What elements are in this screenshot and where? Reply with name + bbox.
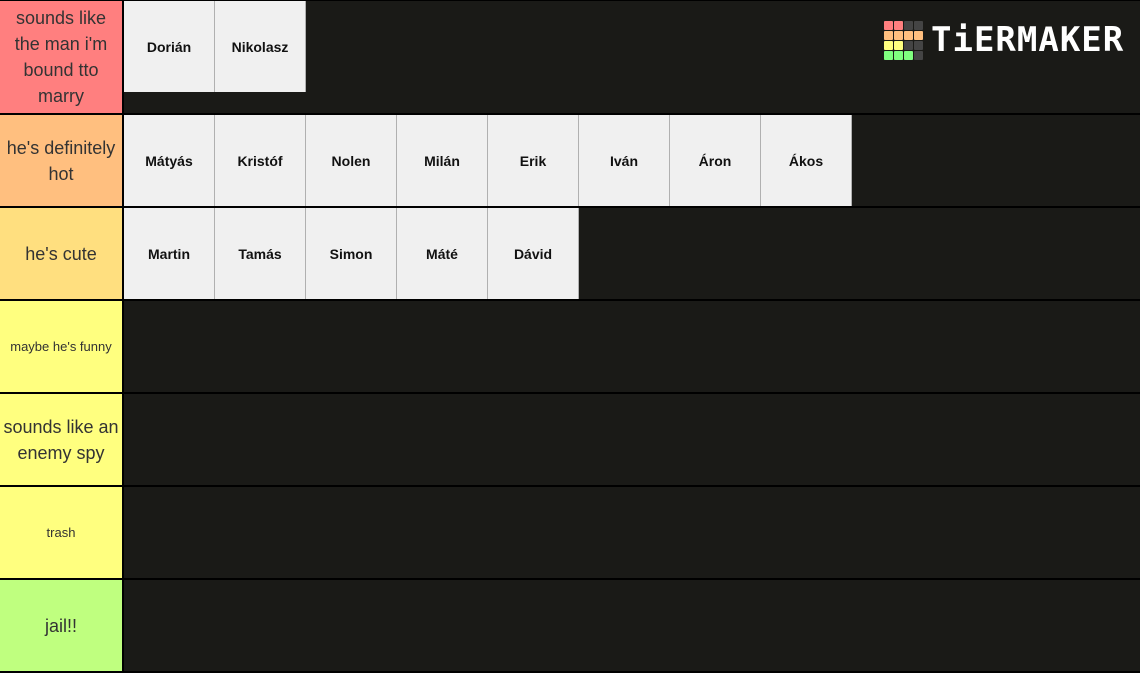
- logo-cell: [894, 50, 903, 60]
- tier-items[interactable]: Dorián Nikolasz: [124, 1, 306, 113]
- tier-row: he's definitely hot Mátyás Kristóf Nolen Mil…: [0, 115, 1140, 206]
- tier-item[interactable]: Tamás: [215, 208, 306, 299]
- tier-item[interactable]: Simon: [306, 208, 397, 299]
- tier-label[interactable]: sounds like the man i'm bound tto marry: [0, 1, 124, 113]
- tier-item[interactable]: Dávid: [488, 208, 579, 299]
- logo-cell: [904, 30, 913, 40]
- tier-board: sounds like the man i'm bound tto marry D…: [0, 0, 1140, 673]
- tier-row: maybe he's funny: [0, 301, 1140, 392]
- tier-label[interactable]: sounds like an enemy spy: [0, 394, 124, 485]
- tier-item[interactable]: Kristóf: [215, 115, 306, 206]
- logo-cell: [884, 40, 893, 50]
- tier-items[interactable]: Mátyás Kristóf Nolen Milán Erik Iván Áron Ákos: [124, 115, 852, 206]
- tier-label[interactable]: maybe he's funny: [0, 301, 124, 392]
- tier-label[interactable]: he's definitely hot: [0, 115, 124, 206]
- logo-cell: [904, 20, 913, 30]
- logo-cell: [914, 30, 923, 40]
- tier-item[interactable]: Milán: [397, 115, 488, 206]
- tier-item[interactable]: Áron: [670, 115, 761, 206]
- tier-item[interactable]: Erik: [488, 115, 579, 206]
- logo-cell: [904, 40, 913, 50]
- tier-row: trash: [0, 487, 1140, 578]
- logo-cell: [884, 30, 893, 40]
- logo-grid-icon: [884, 20, 923, 60]
- tier-row: he's cute Martin Tamás Simon Máté Dávid: [0, 208, 1140, 299]
- logo-cell: [884, 50, 893, 60]
- tier-item[interactable]: Dorián: [124, 1, 215, 92]
- tier-row: sounds like an enemy spy: [0, 394, 1140, 485]
- logo-cell: [894, 40, 903, 50]
- tier-items[interactable]: Martin Tamás Simon Máté Dávid: [124, 208, 579, 299]
- logo-text: TiERMAKER: [931, 20, 1125, 60]
- logo-cell: [914, 20, 923, 30]
- logo-cell: [894, 30, 903, 40]
- tiermaker-logo: TiERMAKER: [884, 20, 1124, 60]
- tier-item[interactable]: Ákos: [761, 115, 852, 206]
- tier-label[interactable]: he's cute: [0, 208, 124, 299]
- tier-row: jail!!: [0, 580, 1140, 671]
- logo-cell: [884, 20, 893, 30]
- logo-cell: [904, 50, 913, 60]
- tier-label[interactable]: jail!!: [0, 580, 124, 671]
- tier-item[interactable]: Martin: [124, 208, 215, 299]
- logo-cell: [914, 50, 923, 60]
- tier-item[interactable]: Mátyás: [124, 115, 215, 206]
- logo-cell: [914, 40, 923, 50]
- tier-item[interactable]: Nolen: [306, 115, 397, 206]
- tier-item[interactable]: Nikolasz: [215, 1, 306, 92]
- tier-item[interactable]: Máté: [397, 208, 488, 299]
- logo-cell: [894, 20, 903, 30]
- tier-item[interactable]: Iván: [579, 115, 670, 206]
- tier-label[interactable]: trash: [0, 487, 124, 578]
